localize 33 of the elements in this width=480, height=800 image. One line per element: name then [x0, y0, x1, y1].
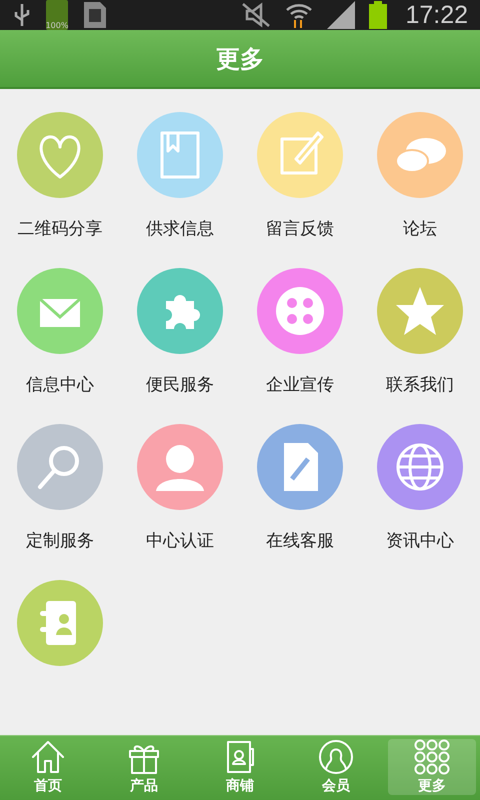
usb-icon [12, 2, 32, 28]
menu-label[interactable]: 在线客服 [266, 529, 334, 552]
menu-label[interactable]: 便民服务 [146, 373, 214, 396]
menu-label[interactable]: 供求信息 [146, 217, 214, 240]
film-reel-icon[interactable] [256, 267, 344, 355]
menu-label[interactable]: 企业宣传 [266, 373, 334, 396]
edit-icon[interactable] [256, 111, 344, 199]
search-icon[interactable] [16, 423, 104, 511]
menu-label[interactable]: 资讯中心 [386, 529, 454, 552]
page-title: 更多 [216, 44, 264, 74]
menu-label[interactable]: 二维码分享 [18, 217, 102, 240]
menu-label[interactable]: 联系我们 [386, 373, 454, 396]
grid-icon [414, 739, 450, 775]
envelope-icon[interactable] [16, 267, 104, 355]
globe-icon[interactable] [376, 423, 464, 511]
speech-bubbles-icon[interactable] [376, 111, 464, 199]
battery-percent: 100% [46, 21, 68, 30]
menu-label[interactable]: 中心认证 [146, 529, 214, 552]
contacts-icon[interactable] [16, 579, 104, 667]
battery-icon [369, 1, 388, 29]
sim-card-icon [82, 0, 108, 30]
menu-label[interactable]: 定制服务 [26, 529, 94, 552]
clock-time: 17:22 [405, 0, 468, 30]
house-icon [30, 739, 66, 775]
book-icon[interactable] [136, 111, 224, 199]
person-icon[interactable] [136, 423, 224, 511]
menu-label[interactable]: 论坛 [403, 217, 437, 240]
document-pen-icon[interactable] [256, 423, 344, 511]
mute-icon [241, 2, 272, 28]
menu-label[interactable]: 留言反馈 [266, 217, 334, 240]
puzzle-icon[interactable] [136, 267, 224, 355]
menu-label[interactable]: 信息中心 [26, 373, 94, 396]
user-icon [318, 739, 354, 775]
